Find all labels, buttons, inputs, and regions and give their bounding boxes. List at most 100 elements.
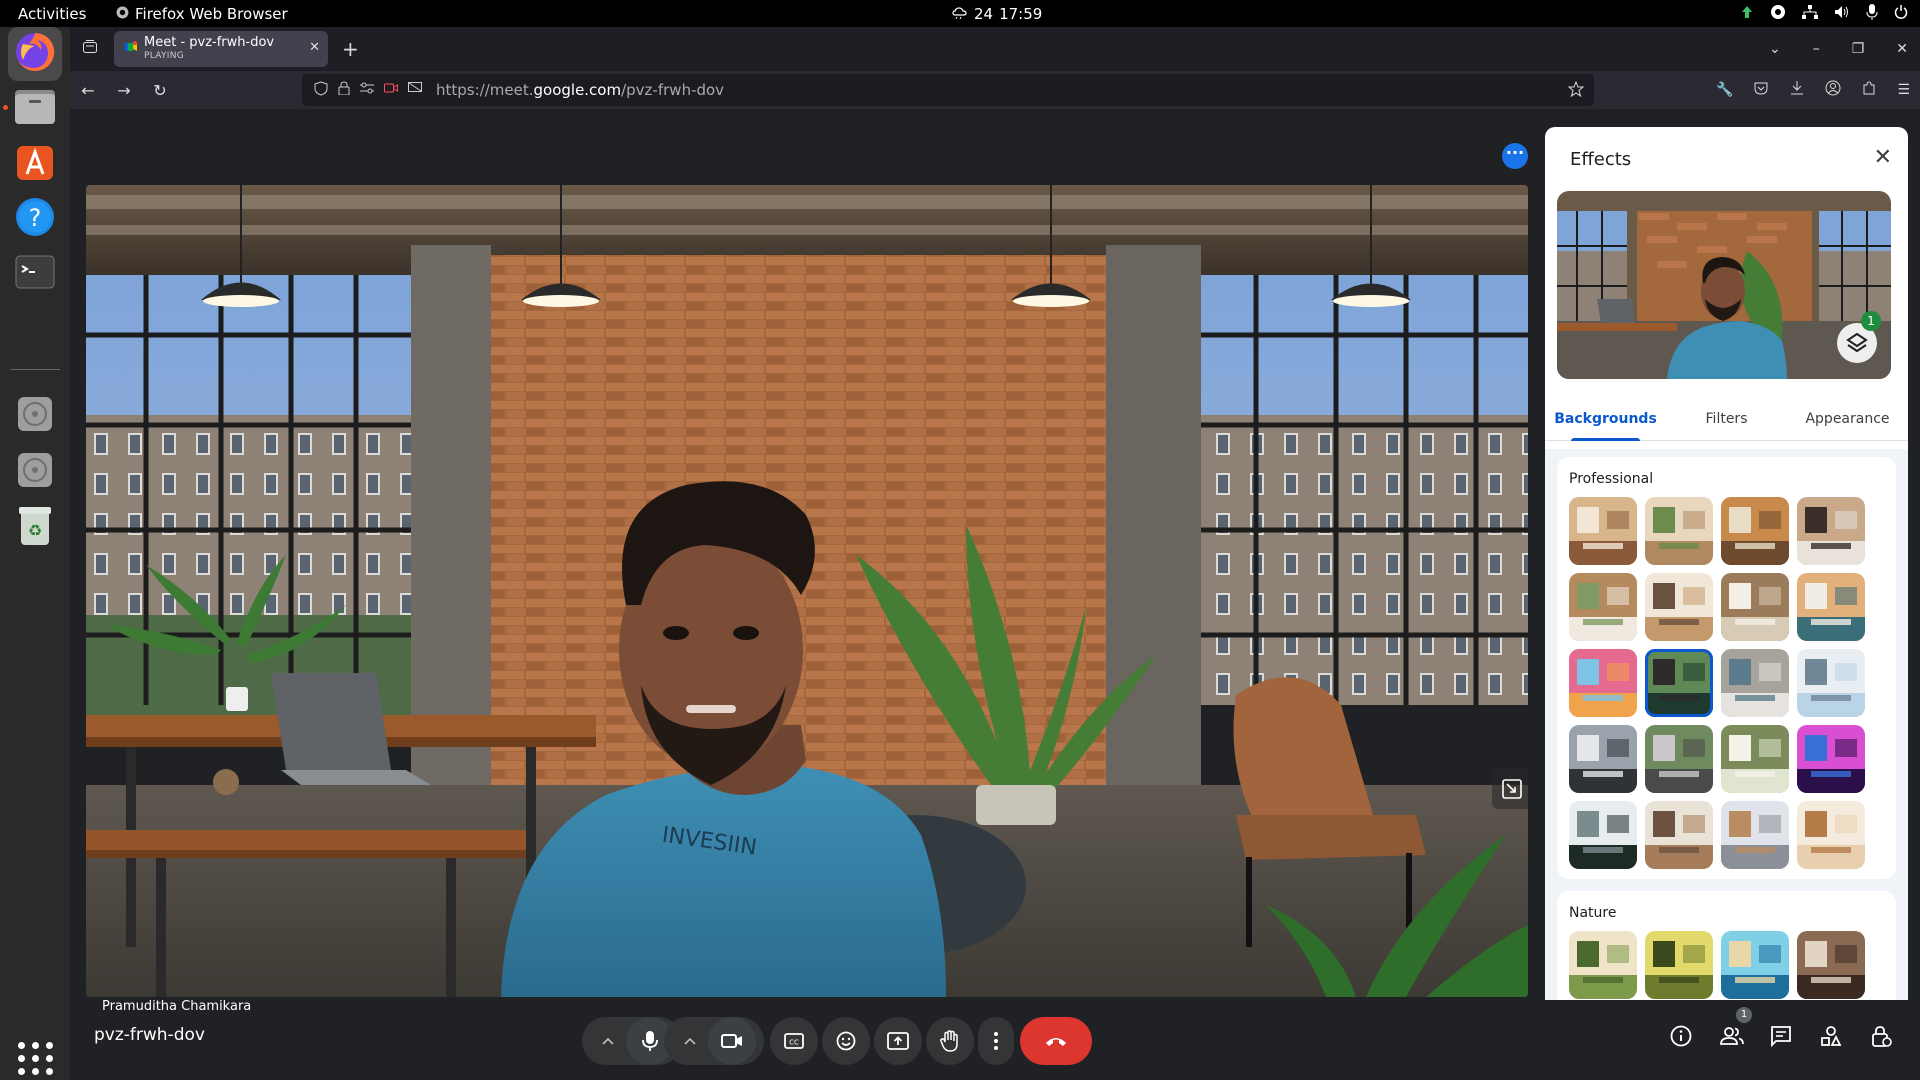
camera-button[interactable] (708, 1017, 756, 1065)
dock-terminal[interactable] (8, 247, 62, 301)
microphone-icon[interactable] (1866, 3, 1878, 24)
app-menu[interactable]: Firefox Web Browser (116, 5, 288, 23)
power-icon[interactable] (1894, 4, 1908, 23)
tab-backgrounds[interactable]: Backgrounds (1545, 399, 1666, 441)
dock-disk-1[interactable] (8, 389, 62, 443)
dock-trash[interactable]: ♻ (8, 501, 62, 555)
clock[interactable]: 24 17:59 (952, 5, 1042, 23)
camera-sharing-icon[interactable] (384, 82, 398, 98)
hamburger-menu-icon[interactable]: ☰ (1897, 82, 1910, 98)
system-tray[interactable] (1740, 3, 1908, 24)
participant-video-tile[interactable]: INVESIIN (86, 185, 1528, 997)
back-icon[interactable]: ← (70, 81, 106, 100)
url-text[interactable]: https://meet.google.com/pvz-frwh-dov (436, 81, 724, 99)
tab-meet[interactable]: Meet - pvz-frwh-dov PLAYING ✕ (114, 31, 328, 67)
bookmark-star-icon[interactable] (1567, 80, 1585, 101)
svg-text:♻: ♻ (28, 521, 42, 540)
background-thumbnail[interactable] (1797, 725, 1865, 793)
tile-more-options-icon[interactable]: ··· (1502, 143, 1528, 169)
minimize-icon[interactable]: – (1813, 41, 1820, 57)
forward-icon[interactable]: → (106, 81, 142, 100)
background-thumbnail[interactable] (1569, 649, 1637, 717)
devtools-wrench-icon[interactable]: 🔧 (1716, 82, 1733, 98)
video-options-chevron-icon[interactable] (672, 1037, 708, 1045)
tracking-shield-icon[interactable] (314, 80, 328, 100)
background-thumbnail[interactable] (1797, 573, 1865, 641)
background-thumbnail[interactable] (1721, 497, 1789, 565)
activities-button[interactable]: Activities (0, 5, 100, 23)
background-thumbnail[interactable] (1721, 931, 1789, 999)
weather-icon (952, 5, 968, 23)
activities-icon[interactable] (1820, 1025, 1842, 1047)
present-screen-button[interactable] (874, 1017, 922, 1065)
show-apps-button[interactable] (18, 1042, 54, 1075)
close-effects-icon[interactable]: ✕ (1874, 145, 1892, 170)
reactions-button[interactable] (822, 1017, 870, 1065)
leave-call-button[interactable] (1020, 1017, 1092, 1065)
svg-text:?: ? (29, 204, 42, 232)
meeting-details-icon[interactable] (1670, 1025, 1692, 1047)
background-thumbnail[interactable] (1569, 725, 1637, 793)
background-thumbnail[interactable] (1569, 801, 1637, 869)
close-window-icon[interactable]: ✕ (1896, 41, 1908, 57)
background-thumbnail[interactable] (1797, 801, 1865, 869)
background-thumbnail[interactable] (1569, 573, 1637, 641)
app-center-icon (13, 140, 57, 188)
update-icon[interactable] (1740, 5, 1754, 23)
permissions-icon[interactable] (360, 82, 374, 98)
background-thumbnail[interactable] (1721, 801, 1789, 869)
audio-options-chevron-icon[interactable] (590, 1037, 626, 1045)
raise-hand-button[interactable] (926, 1017, 974, 1065)
volume-icon[interactable] (1834, 5, 1850, 23)
record-icon[interactable] (1770, 4, 1786, 24)
dock-help[interactable]: ? (8, 192, 62, 246)
background-thumbnail[interactable] (1721, 649, 1789, 717)
extensions-icon[interactable] (1861, 80, 1877, 100)
network-icon[interactable] (1802, 4, 1818, 23)
background-thumbnail[interactable] (1645, 497, 1713, 565)
self-preview: 1 (1557, 191, 1891, 379)
background-thumbnail[interactable] (1797, 649, 1865, 717)
new-tab-button[interactable]: + (342, 37, 359, 61)
tab-appearance[interactable]: Appearance (1787, 399, 1908, 440)
account-icon[interactable] (1825, 80, 1841, 100)
captions-button[interactable]: CC (770, 1017, 818, 1065)
screen-sharing-icon[interactable] (408, 82, 422, 98)
professional-section: Professional (1557, 457, 1896, 879)
background-thumbnail[interactable] (1645, 801, 1713, 869)
url-bar[interactable]: https://meet.google.com/pvz-frwh-dov (302, 74, 1594, 106)
background-thumbnail[interactable] (1797, 931, 1865, 999)
more-options-button[interactable] (978, 1017, 1014, 1065)
disk-icon (16, 451, 54, 493)
pocket-icon[interactable] (1753, 80, 1769, 100)
people-icon[interactable] (1720, 1025, 1744, 1047)
restore-icon[interactable]: ❐ (1852, 41, 1865, 57)
tab-filters[interactable]: Filters (1666, 399, 1787, 440)
dock-firefox[interactable] (8, 27, 62, 81)
background-thumbnail[interactable] (1721, 725, 1789, 793)
host-controls-icon[interactable] (1870, 1025, 1892, 1047)
people-count-badge: 1 (1736, 1007, 1752, 1023)
dock-disk-2[interactable] (8, 445, 62, 499)
tab-title: Meet - pvz-frwh-dov (144, 35, 275, 50)
background-thumbnail[interactable] (1569, 497, 1637, 565)
dock-files[interactable] (8, 81, 62, 135)
tab-list-icon[interactable] (70, 39, 110, 59)
background-thumbnail[interactable] (1721, 573, 1789, 641)
background-thumbnail[interactable] (1645, 649, 1713, 717)
dock-software[interactable] (8, 137, 62, 191)
section-title-professional: Professional (1569, 471, 1654, 487)
picture-in-picture-button[interactable] (1492, 769, 1528, 809)
backgrounds-list[interactable]: Professional Nature (1545, 449, 1908, 1000)
background-thumbnail[interactable] (1645, 931, 1713, 999)
background-thumbnail[interactable] (1797, 497, 1865, 565)
lock-icon[interactable] (338, 81, 350, 99)
background-thumbnail[interactable] (1645, 573, 1713, 641)
downloads-icon[interactable] (1789, 80, 1805, 100)
reload-icon[interactable]: ↻ (142, 81, 178, 100)
background-thumbnail[interactable] (1645, 725, 1713, 793)
list-all-tabs-icon[interactable]: ⌄ (1769, 41, 1781, 57)
tab-close-icon[interactable]: ✕ (309, 40, 320, 55)
chat-icon[interactable] (1770, 1025, 1792, 1048)
background-thumbnail[interactable] (1569, 931, 1637, 999)
